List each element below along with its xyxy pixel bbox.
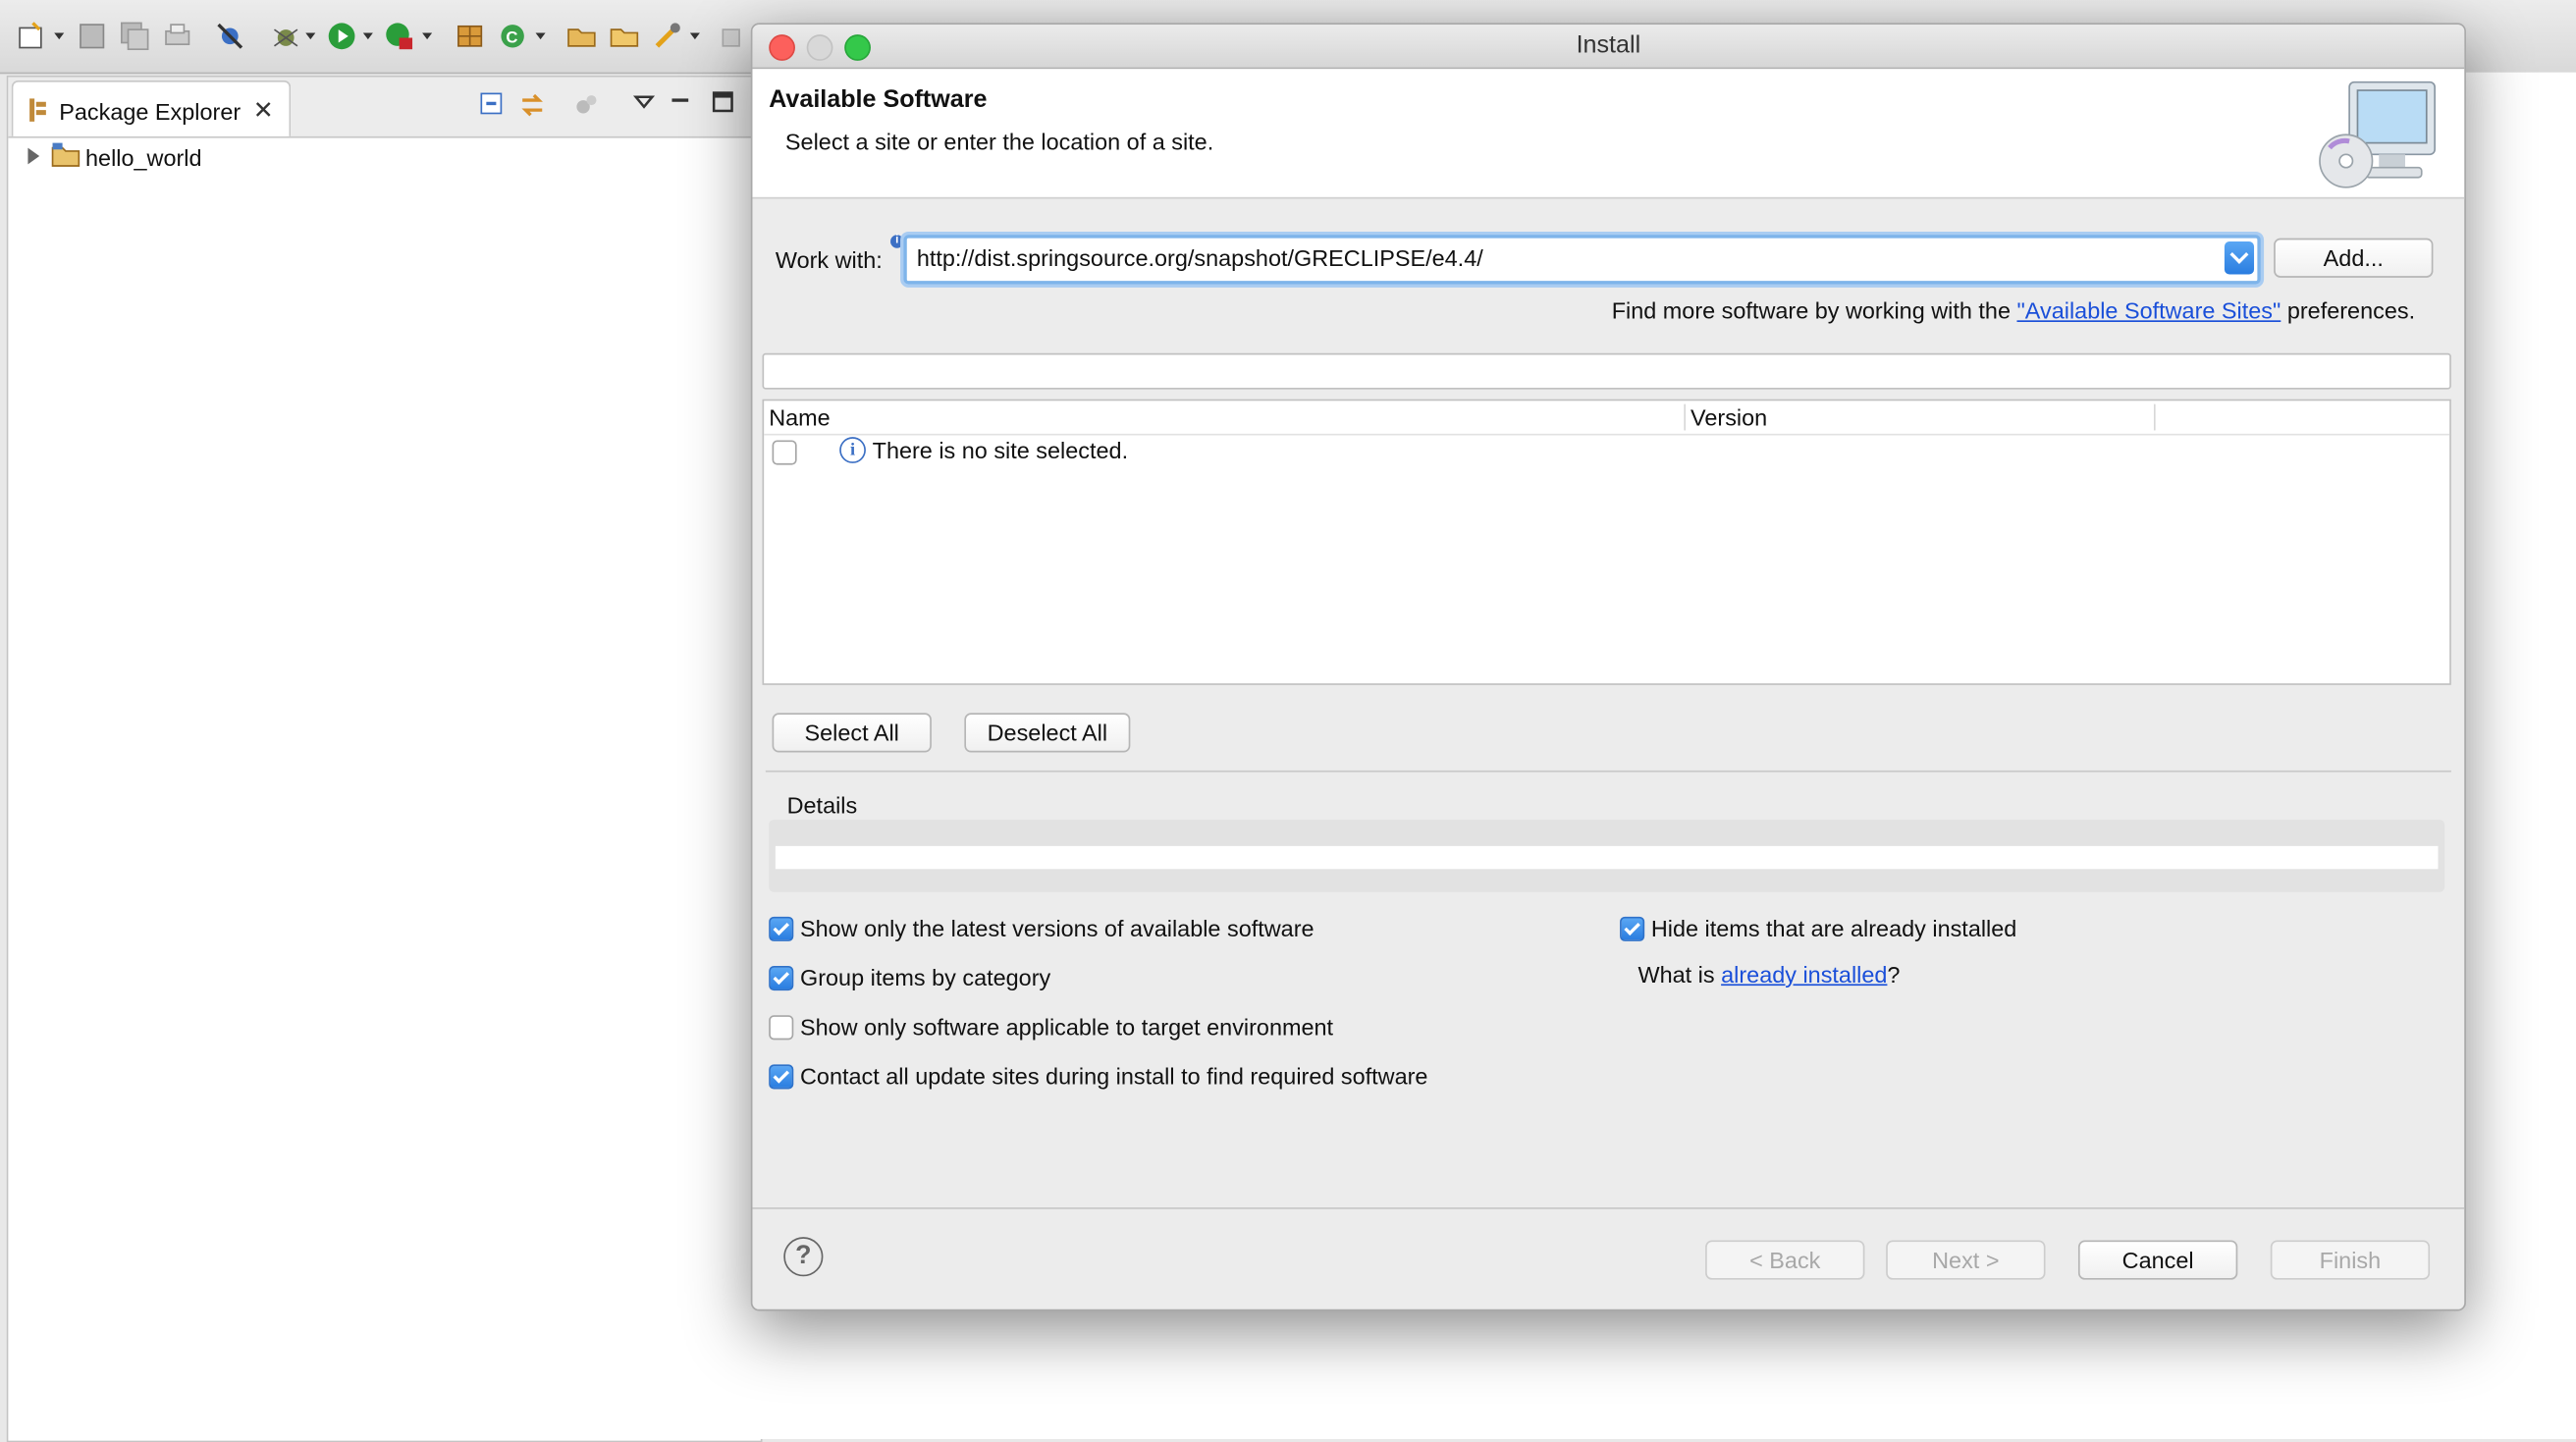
- info-icon: i: [839, 437, 866, 463]
- software-table: Name Version i There is no site selected…: [762, 399, 2451, 685]
- filter-input[interactable]: [762, 352, 2451, 390]
- find-more-text: Find more software by working with the "…: [1612, 297, 2415, 324]
- details-panel: [769, 820, 2445, 892]
- group-by-category-checkbox[interactable]: [769, 966, 794, 991]
- print-icon[interactable]: [161, 20, 193, 52]
- contact-all-sites-checkbox[interactable]: [769, 1064, 794, 1090]
- finish-button[interactable]: Finish: [2270, 1240, 2431, 1280]
- save-all-icon[interactable]: [118, 20, 150, 52]
- wizard-banner: Available Software Select a site or ente…: [752, 69, 2465, 199]
- minimize-icon[interactable]: [669, 90, 691, 122]
- view-tab-bar: Package Explorer ✕: [8, 77, 761, 138]
- screen: C Package Explorer ✕ hello_world Install…: [0, 0, 2576, 1442]
- page-title: Available Software: [769, 85, 988, 114]
- tab-label: Package Explorer: [59, 98, 242, 126]
- package-explorer-view: Package Explorer ✕ hello_world: [6, 75, 763, 1442]
- add-site-button[interactable]: Add...: [2274, 238, 2434, 278]
- save-icon[interactable]: [76, 20, 108, 52]
- find-more-suffix: preferences.: [2286, 296, 2416, 324]
- show-latest-checkbox[interactable]: [769, 916, 794, 941]
- chevron-down-icon[interactable]: [2224, 241, 2255, 275]
- work-with-value: http://dist.springsource.org/snapshot/GR…: [916, 244, 1483, 272]
- back-button[interactable]: < Back: [1705, 1240, 1865, 1280]
- open-folder-icon[interactable]: [608, 20, 640, 52]
- details-text: [775, 845, 2439, 870]
- separator: [765, 770, 2451, 773]
- row-name: There is no site selected.: [872, 437, 1129, 463]
- svg-text:C: C: [506, 28, 517, 47]
- table-row[interactable]: i There is no site selected.: [764, 437, 2449, 469]
- open-type-icon[interactable]: [565, 20, 598, 52]
- toolbar-overflow-icon[interactable]: [717, 20, 749, 52]
- project-folder-icon: [51, 141, 80, 176]
- skip-breakpoints-icon[interactable]: [214, 20, 246, 52]
- package-explorer-icon: [27, 97, 49, 132]
- install-dialog: Install Available Software Select a site…: [750, 23, 2466, 1311]
- target-environment-label: Show only software applicable to target …: [799, 1013, 1334, 1041]
- what-is-suffix: ?: [1887, 960, 1901, 988]
- cancel-button[interactable]: Cancel: [2077, 1240, 2238, 1280]
- view-menu-icon[interactable]: [632, 90, 656, 122]
- show-latest-label: Show only the latest versions of availab…: [799, 915, 1315, 941]
- row-checkbox[interactable]: [772, 440, 797, 465]
- header-divider: [764, 433, 2450, 436]
- dialog-titlebar: Install: [752, 25, 2465, 70]
- hide-installed-checkbox[interactable]: [1620, 916, 1645, 941]
- what-is-prefix: What is: [1637, 960, 1715, 988]
- available-software-sites-link[interactable]: "Available Software Sites": [2016, 297, 2281, 324]
- install-computer-icon: [2317, 76, 2442, 202]
- close-icon[interactable]: ✕: [253, 95, 274, 125]
- search-tool-icon[interactable]: [651, 20, 683, 52]
- work-with-label: Work with:: [775, 246, 883, 273]
- work-with-combo[interactable]: http://dist.springsource.org/snapshot/GR…: [903, 235, 2261, 285]
- footer-separator: [752, 1207, 2465, 1209]
- column-header-name[interactable]: Name: [769, 404, 831, 431]
- new-class-icon[interactable]: C: [496, 20, 528, 52]
- focus-icon[interactable]: [573, 90, 600, 125]
- new-package-icon[interactable]: [454, 20, 486, 52]
- next-button[interactable]: Next >: [1886, 1240, 2046, 1280]
- run-icon[interactable]: [325, 20, 357, 52]
- hide-installed-label: Hide items that are already installed: [1650, 915, 2017, 941]
- details-label: Details: [786, 791, 858, 819]
- group-by-category-label: Group items by category: [799, 964, 1051, 991]
- column-separator: [2153, 403, 2156, 431]
- what-is-installed-text: What is already installed?: [1637, 961, 1900, 988]
- expand-arrow-icon[interactable]: [27, 147, 40, 165]
- dialog-title: Install: [1576, 30, 1641, 60]
- find-more-prefix: Find more software by working with the: [1611, 296, 2011, 324]
- select-all-button[interactable]: Select All: [772, 713, 932, 753]
- link-with-editor-icon[interactable]: [517, 90, 547, 128]
- contact-all-sites-label: Contact all update sites during install …: [799, 1062, 1428, 1090]
- external-tools-icon[interactable]: [383, 20, 415, 52]
- maximize-icon[interactable]: [712, 90, 734, 122]
- new-wizard-icon[interactable]: [17, 20, 49, 52]
- column-separator: [1684, 403, 1687, 431]
- info-decoration-icon: i: [890, 235, 904, 248]
- column-header-version[interactable]: Version: [1690, 404, 1767, 431]
- tab-package-explorer[interactable]: Package Explorer ✕: [11, 80, 292, 136]
- help-icon[interactable]: ?: [783, 1237, 824, 1277]
- debug-icon[interactable]: [269, 20, 301, 52]
- project-label: hello_world: [85, 144, 202, 172]
- already-installed-link[interactable]: already installed: [1721, 961, 1887, 988]
- page-message: Select a site or enter the location of a…: [784, 128, 1214, 155]
- target-environment-checkbox[interactable]: [769, 1015, 794, 1041]
- collapse-all-icon[interactable]: [478, 90, 505, 125]
- deselect-all-button[interactable]: Deselect All: [964, 713, 1131, 753]
